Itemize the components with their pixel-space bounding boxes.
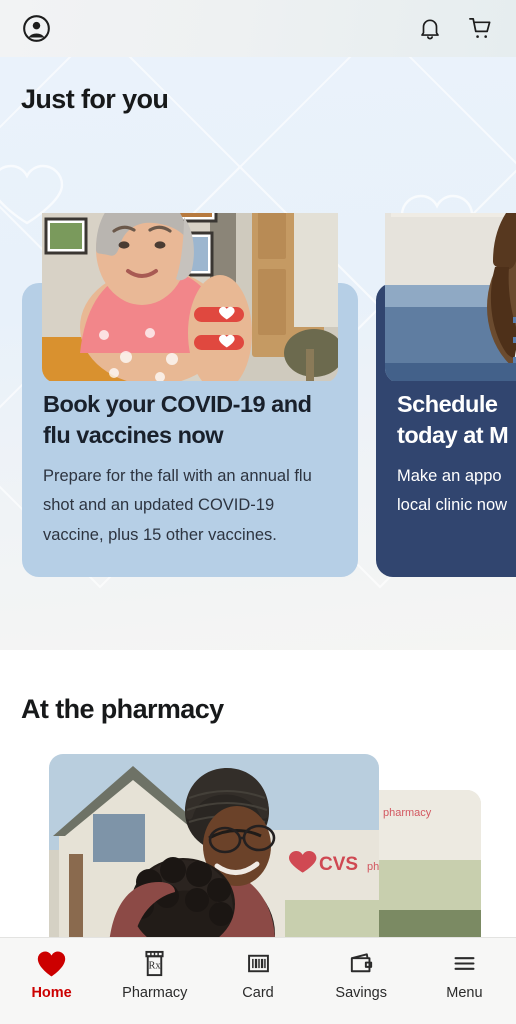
top-app-bar [0, 0, 516, 57]
svg-text:CVS: CVS [319, 854, 358, 875]
pharmacy-photo-main: CVS pharmacy [49, 754, 379, 944]
just-for-you-section: Just for you Book your COVID-19 and flu … [0, 57, 516, 650]
nav-label-savings: Savings [335, 985, 387, 1001]
nav-item-home[interactable]: Home [0, 949, 103, 1001]
svg-text:Rx: Rx [149, 961, 162, 972]
nav-item-savings[interactable]: Savings [310, 949, 413, 1001]
promo-card-body-line1: Make an appo [397, 466, 502, 485]
bottom-navigation-bar: Home Rx Pharmacy Card Savings Menu [0, 937, 516, 1024]
shopping-cart-icon[interactable] [467, 15, 494, 42]
hamburger-menu-icon [450, 949, 479, 978]
promo-card-title: Book your COVID-19 and flu vaccines now [43, 391, 312, 449]
nav-label-home: Home [31, 985, 72, 1001]
just-for-you-card-carousel[interactable]: Book your COVID-19 and flu vaccines now … [22, 213, 516, 577]
vaccine-woman-photo [42, 213, 338, 381]
account-circle-icon[interactable] [22, 14, 51, 43]
promo-card-title: Schedule today at M [397, 389, 516, 452]
wallet-icon [347, 949, 376, 978]
nav-label-menu: Menu [446, 985, 483, 1001]
section-heading-just-for-you: Just for you [21, 84, 169, 114]
promo-card-media [22, 213, 358, 381]
promo-card-body-line2: local clinic now [397, 496, 508, 515]
bell-icon[interactable] [417, 16, 443, 42]
nav-item-pharmacy[interactable]: Rx Pharmacy [103, 949, 206, 1001]
promo-card-body: Make an appo local clinic now [397, 462, 516, 521]
nav-label-card: Card [242, 985, 274, 1001]
heart-icon [36, 949, 67, 978]
promo-card-media [376, 213, 516, 381]
nav-label-pharmacy: Pharmacy [122, 985, 188, 1001]
svg-text:pharmacy: pharmacy [367, 861, 379, 873]
promo-card-title-line1: Schedule [397, 391, 498, 417]
clinic-vaccination-photo [385, 213, 516, 381]
pharmacy-card[interactable]: CVS pharmacy [49, 754, 481, 944]
promo-card-body: Prepare for the fall with an annual flu … [43, 466, 312, 544]
barcode-icon [244, 949, 273, 978]
nav-item-menu[interactable]: Menu [413, 949, 516, 1001]
section-heading-at-the-pharmacy: At the pharmacy [21, 694, 224, 724]
rx-bottle-icon: Rx [140, 949, 169, 978]
pharmacy-photo-right: pharmacy [379, 790, 481, 944]
svg-text:pharmacy: pharmacy [383, 807, 432, 819]
promo-card-vaccines[interactable]: Book your COVID-19 and flu vaccines now … [22, 213, 358, 577]
promo-card-schedule[interactable]: Schedule today at M Make an appo local c… [376, 213, 516, 577]
promo-card-title-line2: today at M [397, 422, 509, 449]
nav-item-card[interactable]: Card [206, 949, 309, 1001]
